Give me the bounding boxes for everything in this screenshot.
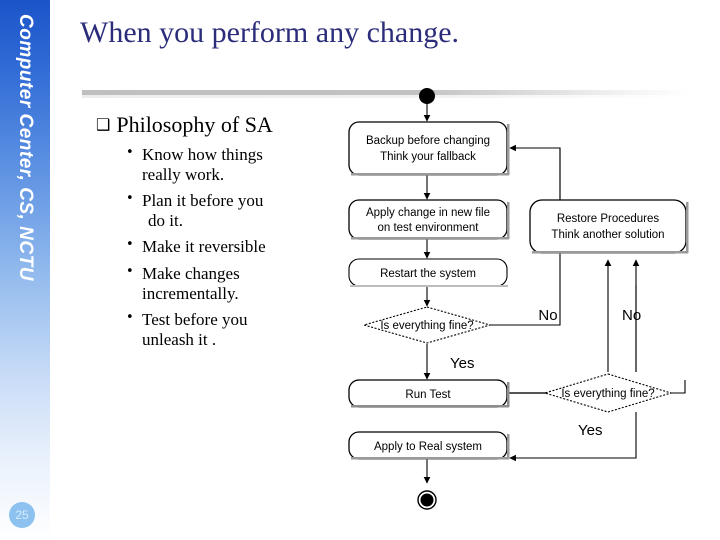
list-item-line2: really work.	[142, 165, 225, 185]
node-decision-2-label: Is everything fine?	[561, 388, 654, 400]
section-heading-text: Philosophy of SA	[116, 112, 273, 137]
node-decision-1: Is everything fine?	[361, 306, 493, 344]
start-node	[419, 88, 435, 104]
edge-label-no-1: No	[538, 307, 557, 324]
list-item-line1: Test before you	[142, 309, 248, 329]
list-item-text: Know how things really work.	[142, 145, 341, 185]
edge-label-no-2: No	[622, 307, 641, 324]
list-item: • Plan it before you do it.	[126, 191, 341, 231]
list-item-line2: unleash it .	[142, 329, 217, 349]
node-decision-1-label: Is everything fine?	[380, 320, 473, 332]
node-apply-change-line1: Apply change in new file	[366, 207, 490, 219]
list-item: • Test before you unleash it .	[126, 310, 341, 350]
node-decision-2: Is everything fine?	[543, 373, 673, 413]
list-item-line2: incrementally.	[142, 283, 239, 303]
list-item: • Make it reversible	[126, 237, 341, 257]
page-number-badge: 25	[9, 502, 35, 528]
activity-diagram: Backup before changing Think your fallba…	[330, 80, 720, 530]
bullet-dot-icon: •	[126, 237, 134, 253]
node-restart: Restart the system	[348, 258, 508, 287]
node-restore-line1: Restore Procedures	[557, 213, 660, 225]
node-restart-label: Restart the system	[380, 268, 476, 280]
list-item-line1: Make changes	[142, 263, 240, 283]
list-item-text: Plan it before you do it.	[142, 191, 341, 231]
list-item-line1: Make it reversible	[142, 237, 266, 257]
sidebar: Computer Center, CS, NCTU 25	[0, 0, 50, 540]
bullet-dot-icon: •	[126, 191, 134, 207]
page-title: When you perform any change.	[80, 16, 460, 49]
square-bullet-icon: ❑	[96, 115, 111, 134]
edge-label-yes-2: Yes	[578, 422, 602, 439]
bullet-content: ❑ Philosophy of SA • Know how things real…	[96, 112, 341, 356]
node-apply-change-line2: on test environment	[377, 222, 479, 234]
node-backup: Backup before changing Think your fallba…	[348, 121, 510, 176]
list-item-line1: Know how things	[142, 145, 263, 165]
node-restore: Restore Procedures Think another solutio…	[529, 199, 689, 254]
sidebar-vertical-label-text: Computer Center, CS, NCTU	[15, 14, 36, 281]
node-run-test: Run Test	[348, 379, 510, 408]
list-item: • Know how things really work.	[126, 145, 341, 185]
edge-label-yes-1: Yes	[450, 355, 474, 372]
bullet-list: • Know how things really work. • Plan it…	[96, 145, 341, 349]
node-restore-line2: Think another solution	[551, 229, 664, 241]
list-item-text: Make it reversible	[142, 237, 341, 257]
node-backup-line2: Think your fallback	[380, 151, 476, 163]
node-apply-change: Apply change in new file on test environ…	[348, 199, 510, 240]
node-run-test-label: Run Test	[405, 389, 451, 401]
bullet-dot-icon: •	[126, 263, 134, 279]
sidebar-vertical-label: Computer Center, CS, NCTU	[0, 0, 50, 470]
node-apply-real: Apply to Real system	[348, 431, 510, 460]
list-item-line1: Plan it before you	[142, 191, 264, 211]
list-item-text: Make changes incrementally.	[142, 264, 341, 304]
node-apply-real-label: Apply to Real system	[374, 441, 482, 453]
node-backup-line1: Backup before changing	[366, 135, 490, 147]
section-heading: ❑ Philosophy of SA	[96, 112, 341, 137]
bullet-dot-icon: •	[126, 309, 134, 325]
end-node	[417, 490, 437, 510]
list-item-text: Test before you unleash it .	[142, 310, 341, 350]
list-item-line2: do it.	[148, 211, 183, 231]
bullet-dot-icon: •	[126, 145, 134, 161]
list-item: • Make changes incrementally.	[126, 264, 341, 304]
